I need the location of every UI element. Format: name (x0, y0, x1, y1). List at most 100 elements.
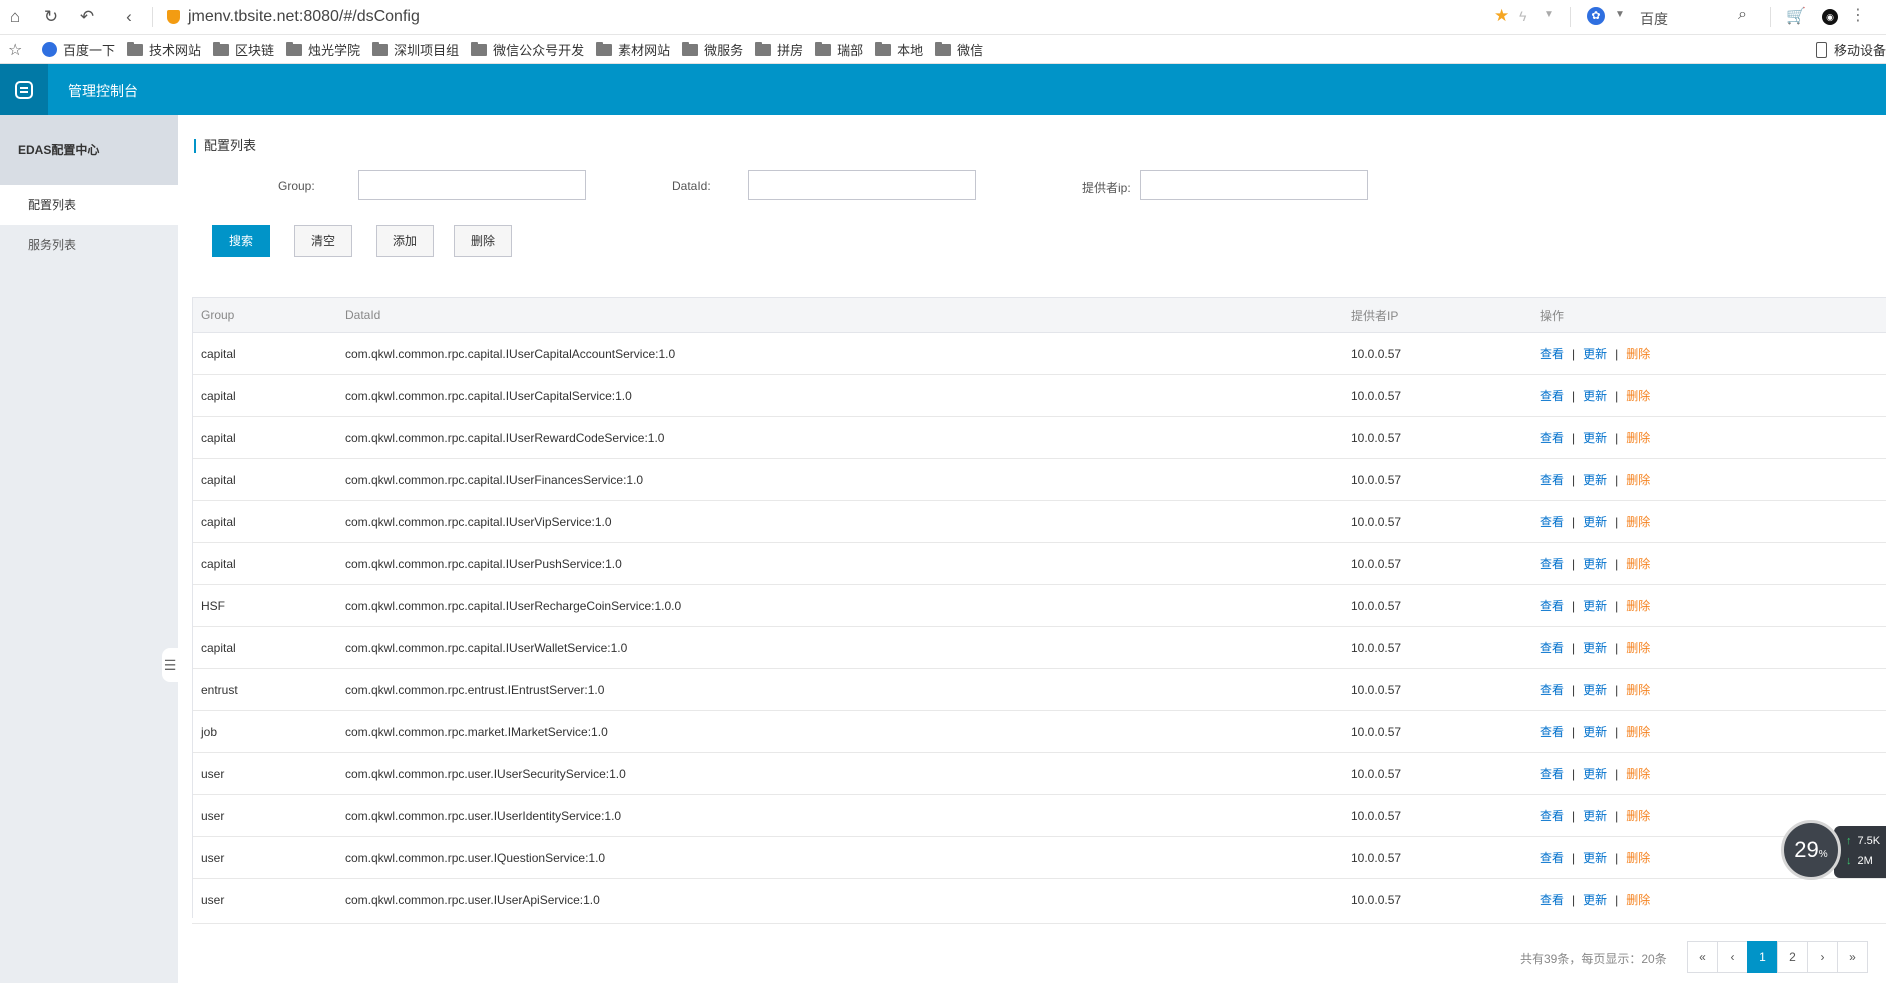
provider-ip-input[interactable] (1140, 170, 1368, 200)
update-link[interactable]: 更新 (1583, 431, 1607, 445)
bookmark-item[interactable]: 微服务 (682, 40, 743, 59)
bookmark-label: 技术网站 (149, 43, 202, 58)
view-link[interactable]: 查看 (1540, 893, 1564, 907)
bookmark-item[interactable]: 素材网站 (596, 40, 670, 59)
delete-link[interactable]: 删除 (1626, 599, 1650, 613)
update-link[interactable]: 更新 (1583, 809, 1607, 823)
update-link[interactable]: 更新 (1583, 515, 1607, 529)
column-header-provider-ip[interactable]: 提供者IP (1343, 298, 1532, 333)
memory-gauge[interactable]: 29% (1781, 820, 1841, 880)
update-link[interactable]: 更新 (1583, 599, 1607, 613)
bookmark-item[interactable]: 微信 (935, 40, 983, 59)
update-link[interactable]: 更新 (1583, 893, 1607, 907)
bookmark-manager-star-icon[interactable]: ☆ (8, 40, 22, 60)
view-link[interactable]: 查看 (1540, 851, 1564, 865)
bookmark-star-icon[interactable]: ★ (1494, 6, 1509, 26)
search-icon[interactable]: ⌕ (1738, 6, 1747, 24)
delete-link[interactable]: 删除 (1626, 515, 1650, 529)
delete-link[interactable]: 删除 (1626, 683, 1650, 697)
undo-icon[interactable]: ↶ (76, 6, 98, 28)
view-link[interactable]: 查看 (1540, 725, 1564, 739)
delete-link[interactable]: 删除 (1626, 557, 1650, 571)
table-footer-divider (192, 923, 1886, 924)
console-logo[interactable] (0, 64, 48, 115)
page-last-button[interactable]: » (1837, 941, 1868, 973)
search-engine-chevron-icon[interactable]: ▼ (1615, 9, 1625, 20)
view-link[interactable]: 查看 (1540, 347, 1564, 361)
delete-link[interactable]: 删除 (1626, 809, 1650, 823)
bookmark-item[interactable]: 瑞部 (815, 40, 863, 59)
view-link[interactable]: 查看 (1540, 809, 1564, 823)
search-button[interactable]: 搜索 (212, 225, 270, 257)
update-link[interactable]: 更新 (1583, 683, 1607, 697)
delete-link[interactable]: 删除 (1626, 893, 1650, 907)
sidebar-item-config-list[interactable]: 配置列表 (0, 185, 178, 225)
sidebar-item-service-list[interactable]: 服务列表 (0, 225, 178, 265)
group-input[interactable] (358, 170, 586, 200)
delete-link[interactable]: 删除 (1626, 389, 1650, 403)
update-link[interactable]: 更新 (1583, 389, 1607, 403)
dataid-input[interactable] (748, 170, 976, 200)
view-link[interactable]: 查看 (1540, 767, 1564, 781)
bookmark-item[interactable]: 区块链 (213, 40, 274, 59)
view-link[interactable]: 查看 (1540, 389, 1564, 403)
view-link[interactable]: 查看 (1540, 683, 1564, 697)
view-link[interactable]: 查看 (1540, 431, 1564, 445)
delete-link[interactable]: 删除 (1626, 725, 1650, 739)
network-speed-panel[interactable]: ↑ 7.5K ↓ 2M (1834, 826, 1886, 878)
bookmark-item[interactable]: 微信公众号开发 (471, 40, 584, 59)
clear-button[interactable]: 清空 (294, 225, 352, 257)
mobile-bookmarks[interactable]: 移动设备 (1815, 40, 1886, 59)
cell-dataid: com.qkwl.common.rpc.capital.IUserRecharg… (337, 584, 1343, 627)
bookmark-item[interactable]: 拼房 (755, 40, 803, 59)
update-link[interactable]: 更新 (1583, 767, 1607, 781)
update-link[interactable]: 更新 (1583, 557, 1607, 571)
page-2-button[interactable]: 2 (1777, 941, 1808, 973)
bookmark-item[interactable]: 本地 (875, 40, 923, 59)
add-button[interactable]: 添加 (376, 225, 434, 257)
back-icon[interactable]: ‹ (118, 6, 140, 28)
more-icon[interactable]: ⋮ (1850, 5, 1866, 25)
view-link[interactable]: 查看 (1540, 599, 1564, 613)
home-icon[interactable]: ⌂ (4, 6, 26, 28)
baidu-paw-icon[interactable]: ✿ (1587, 7, 1605, 25)
extension-icon[interactable]: ◉ (1822, 9, 1838, 25)
update-link[interactable]: 更新 (1583, 641, 1607, 655)
view-link[interactable]: 查看 (1540, 515, 1564, 529)
update-link[interactable]: 更新 (1583, 851, 1607, 865)
view-link[interactable]: 查看 (1540, 557, 1564, 571)
chevron-down-icon[interactable]: ▼ (1544, 9, 1554, 20)
bookmark-item[interactable]: 深圳项目组 (372, 40, 459, 59)
delete-link[interactable]: 删除 (1626, 347, 1650, 361)
page-next-button[interactable]: › (1807, 941, 1838, 973)
toolbar-divider (1770, 7, 1771, 27)
delete-button[interactable]: 删除 (454, 225, 512, 257)
update-link[interactable]: 更新 (1583, 725, 1607, 739)
search-engine-box[interactable]: 百度 (1640, 9, 1668, 29)
delete-link[interactable]: 删除 (1626, 851, 1650, 865)
update-link[interactable]: 更新 (1583, 347, 1607, 361)
app-title[interactable]: 管理控制台 (68, 81, 138, 101)
column-header-dataid[interactable]: DataId (337, 298, 1343, 333)
page-prev-button[interactable]: ‹ (1717, 941, 1748, 973)
cell-provider-ip: 10.0.0.57 (1343, 542, 1532, 585)
column-header-group[interactable]: Group (193, 298, 337, 333)
view-link[interactable]: 查看 (1540, 473, 1564, 487)
cart-icon[interactable]: 🛒 (1786, 6, 1806, 26)
delete-link[interactable]: 删除 (1626, 431, 1650, 445)
address-bar[interactable]: jmenv.tbsite.net:8080/#/dsConfig (188, 8, 420, 26)
delete-link[interactable]: 删除 (1626, 473, 1650, 487)
page-first-button[interactable]: « (1687, 941, 1718, 973)
bookmark-item[interactable]: 百度一下 (42, 40, 115, 59)
lightning-icon[interactable]: ϟ (1519, 8, 1526, 24)
view-link[interactable]: 查看 (1540, 641, 1564, 655)
reload-icon[interactable]: ↻ (40, 6, 62, 28)
site-security-icon[interactable] (167, 10, 180, 24)
update-link[interactable]: 更新 (1583, 473, 1607, 487)
sidebar-collapse-icon[interactable]: ☰ (162, 648, 178, 682)
bookmark-item[interactable]: 技术网站 (127, 40, 201, 59)
delete-link[interactable]: 删除 (1626, 767, 1650, 781)
bookmark-item[interactable]: 烛光学院 (286, 40, 360, 59)
page-1-button[interactable]: 1 (1747, 941, 1778, 973)
delete-link[interactable]: 删除 (1626, 641, 1650, 655)
